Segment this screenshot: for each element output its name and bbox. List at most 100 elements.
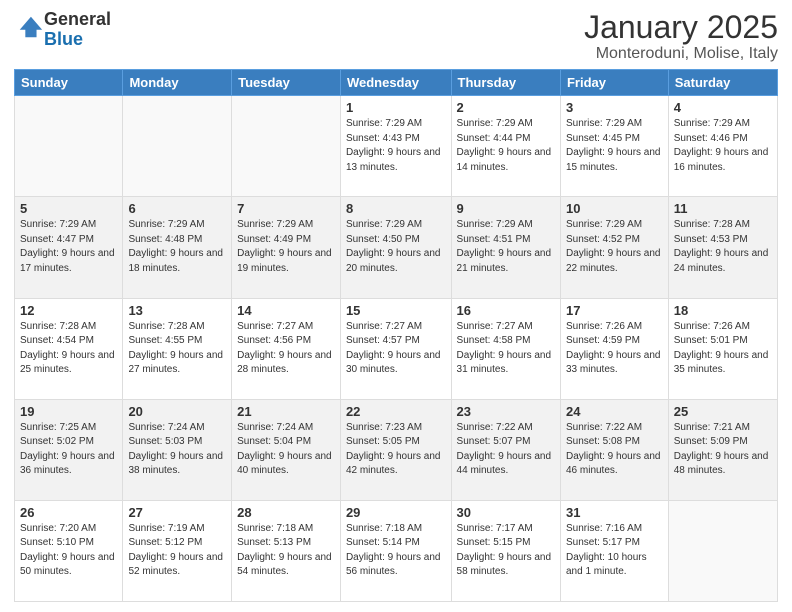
- day-cell: 17Sunrise: 7:26 AM Sunset: 4:59 PM Dayli…: [560, 298, 668, 399]
- day-cell: 7 Sunrise: 7:29 AM Sunset: 4:49 PM Daylig…: [232, 197, 341, 298]
- day-number: 8: [346, 201, 446, 216]
- calendar-table: Sunday Monday Tuesday Wednesday Thursday…: [14, 69, 778, 602]
- day-info: Sunrise: 7:23 AM Sunset: 5:05 PM Dayligh…: [346, 421, 446, 479]
- day-number: 1: [346, 100, 446, 115]
- day-number: 10: [566, 201, 663, 216]
- weekday-thursday: Thursday: [451, 70, 560, 96]
- day-number: 26: [20, 505, 117, 520]
- day-info: Sunrise: 7:22 AM Sunset: 5:08 PM Dayligh…: [566, 421, 663, 479]
- day-info: Sunrise: 7:28 AM Sunset: 4:53 PM Dayligh…: [674, 218, 772, 276]
- day-number: 21: [237, 404, 335, 419]
- day-number: 3: [566, 100, 663, 115]
- day-number: 16: [457, 303, 555, 318]
- day-cell: 11Sunrise: 7:28 AM Sunset: 4:53 PM Dayli…: [668, 197, 777, 298]
- day-cell: 24 Sunrise: 7:22 AM Sunset: 5:08 PM Dayli…: [560, 399, 668, 500]
- day-cell: 5 Sunrise: 7:29 AM Sunset: 4:47 PM Daylig…: [15, 197, 123, 298]
- day-cell: 1 Sunrise: 7:29 AM Sunset: 4:43 PM Daylig…: [340, 96, 451, 197]
- day-cell: [123, 96, 232, 197]
- day-number: 2: [457, 100, 555, 115]
- day-cell: 26 Sunrise: 7:20 AM Sunset: 5:10 PM Dayli…: [15, 500, 123, 601]
- day-number: 20: [128, 404, 226, 419]
- location-title: Monteroduni, Molise, Italy: [584, 45, 778, 63]
- weekday-wednesday: Wednesday: [340, 70, 451, 96]
- logo-icon: [16, 13, 44, 41]
- weekday-friday: Friday: [560, 70, 668, 96]
- day-info: Sunrise: 7:29 AM Sunset: 4:50 PM Dayligh…: [346, 218, 446, 276]
- day-number: 25: [674, 404, 772, 419]
- day-info: Sunrise: 7:27 AM Sunset: 4:58 PM Dayligh…: [457, 320, 555, 378]
- weekday-row: Sunday Monday Tuesday Wednesday Thursday…: [15, 70, 778, 96]
- weekday-tuesday: Tuesday: [232, 70, 341, 96]
- day-info: Sunrise: 7:17 AM Sunset: 5:15 PM Dayligh…: [457, 522, 555, 580]
- day-cell: 18 Sunrise: 7:26 AM Sunset: 5:01 PM Dayli…: [668, 298, 777, 399]
- weekday-saturday: Saturday: [668, 70, 777, 96]
- day-info: Sunrise: 7:22 AM Sunset: 5:07 PM Dayligh…: [457, 421, 555, 479]
- day-info: Sunrise: 7:16 AM Sunset: 5:17 PM Dayligh…: [566, 522, 663, 580]
- day-info: Sunrise: 7:29 AM Sunset: 4:47 PM Dayligh…: [20, 218, 117, 276]
- day-info: Sunrise: 7:29 AM Sunset: 4:48 PM Dayligh…: [128, 218, 226, 276]
- day-cell: 27 Sunrise: 7:19 AM Sunset: 5:12 PM Dayli…: [123, 500, 232, 601]
- title-block: January 2025 Monteroduni, Molise, Italy: [584, 10, 778, 63]
- month-title: January 2025: [584, 10, 778, 45]
- logo-blue: Blue: [44, 29, 83, 49]
- day-info: Sunrise: 7:18 AM Sunset: 5:14 PM Dayligh…: [346, 522, 446, 580]
- day-cell: 15 Sunrise: 7:27 AM Sunset: 4:57 PM Dayli…: [340, 298, 451, 399]
- day-info: Sunrise: 7:26 AM Sunset: 5:01 PM Dayligh…: [674, 320, 772, 378]
- day-info: Sunrise: 7:29 AM Sunset: 4:51 PM Dayligh…: [457, 218, 555, 276]
- day-number: 5: [20, 201, 117, 216]
- day-cell: 2Sunrise: 7:29 AM Sunset: 4:44 PM Daylig…: [451, 96, 560, 197]
- day-info: Sunrise: 7:29 AM Sunset: 4:49 PM Dayligh…: [237, 218, 335, 276]
- day-number: 24: [566, 404, 663, 419]
- week-row-0: 1 Sunrise: 7:29 AM Sunset: 4:43 PM Daylig…: [15, 96, 778, 197]
- day-cell: [15, 96, 123, 197]
- weekday-sunday: Sunday: [15, 70, 123, 96]
- day-number: 14: [237, 303, 335, 318]
- day-info: Sunrise: 7:24 AM Sunset: 5:03 PM Dayligh…: [128, 421, 226, 479]
- day-info: Sunrise: 7:20 AM Sunset: 5:10 PM Dayligh…: [20, 522, 117, 580]
- logo: General Blue: [14, 10, 111, 50]
- day-cell: 6 Sunrise: 7:29 AM Sunset: 4:48 PM Daylig…: [123, 197, 232, 298]
- day-number: 22: [346, 404, 446, 419]
- day-info: Sunrise: 7:28 AM Sunset: 4:55 PM Dayligh…: [128, 320, 226, 378]
- logo-text: General Blue: [44, 10, 111, 50]
- day-number: 4: [674, 100, 772, 115]
- day-cell: 16 Sunrise: 7:27 AM Sunset: 4:58 PM Dayli…: [451, 298, 560, 399]
- day-number: 27: [128, 505, 226, 520]
- day-info: Sunrise: 7:19 AM Sunset: 5:12 PM Dayligh…: [128, 522, 226, 580]
- day-number: 7: [237, 201, 335, 216]
- logo-general: General: [44, 9, 111, 29]
- day-info: Sunrise: 7:29 AM Sunset: 4:52 PM Dayligh…: [566, 218, 663, 276]
- day-info: Sunrise: 7:18 AM Sunset: 5:13 PM Dayligh…: [237, 522, 335, 580]
- day-info: Sunrise: 7:29 AM Sunset: 4:45 PM Dayligh…: [566, 117, 663, 175]
- day-cell: 12Sunrise: 7:28 AM Sunset: 4:54 PM Dayli…: [15, 298, 123, 399]
- calendar-body: 1 Sunrise: 7:29 AM Sunset: 4:43 PM Daylig…: [15, 96, 778, 602]
- day-cell: 20 Sunrise: 7:24 AM Sunset: 5:03 PM Dayli…: [123, 399, 232, 500]
- day-number: 28: [237, 505, 335, 520]
- page-header: General Blue January 2025 Monteroduni, M…: [14, 10, 778, 63]
- page-container: General Blue January 2025 Monteroduni, M…: [0, 0, 792, 612]
- day-cell: 13Sunrise: 7:28 AM Sunset: 4:55 PM Dayli…: [123, 298, 232, 399]
- day-cell: 14Sunrise: 7:27 AM Sunset: 4:56 PM Dayli…: [232, 298, 341, 399]
- day-cell: 3 Sunrise: 7:29 AM Sunset: 4:45 PM Daylig…: [560, 96, 668, 197]
- day-cell: 4 Sunrise: 7:29 AM Sunset: 4:46 PM Daylig…: [668, 96, 777, 197]
- day-cell: 19 Sunrise: 7:25 AM Sunset: 5:02 PM Dayli…: [15, 399, 123, 500]
- week-row-1: 5 Sunrise: 7:29 AM Sunset: 4:47 PM Daylig…: [15, 197, 778, 298]
- day-cell: [668, 500, 777, 601]
- week-row-3: 19 Sunrise: 7:25 AM Sunset: 5:02 PM Dayli…: [15, 399, 778, 500]
- day-number: 6: [128, 201, 226, 216]
- day-info: Sunrise: 7:29 AM Sunset: 4:46 PM Dayligh…: [674, 117, 772, 175]
- day-number: 19: [20, 404, 117, 419]
- day-number: 15: [346, 303, 446, 318]
- day-info: Sunrise: 7:29 AM Sunset: 4:43 PM Dayligh…: [346, 117, 446, 175]
- day-cell: 22 Sunrise: 7:23 AM Sunset: 5:05 PM Dayli…: [340, 399, 451, 500]
- day-number: 23: [457, 404, 555, 419]
- day-cell: 31Sunrise: 7:16 AM Sunset: 5:17 PM Dayli…: [560, 500, 668, 601]
- day-number: 18: [674, 303, 772, 318]
- day-info: Sunrise: 7:24 AM Sunset: 5:04 PM Dayligh…: [237, 421, 335, 479]
- day-cell: 21 Sunrise: 7:24 AM Sunset: 5:04 PM Dayli…: [232, 399, 341, 500]
- day-info: Sunrise: 7:27 AM Sunset: 4:57 PM Dayligh…: [346, 320, 446, 378]
- day-cell: [232, 96, 341, 197]
- day-info: Sunrise: 7:25 AM Sunset: 5:02 PM Dayligh…: [20, 421, 117, 479]
- day-cell: 8 Sunrise: 7:29 AM Sunset: 4:50 PM Daylig…: [340, 197, 451, 298]
- week-row-4: 26 Sunrise: 7:20 AM Sunset: 5:10 PM Dayli…: [15, 500, 778, 601]
